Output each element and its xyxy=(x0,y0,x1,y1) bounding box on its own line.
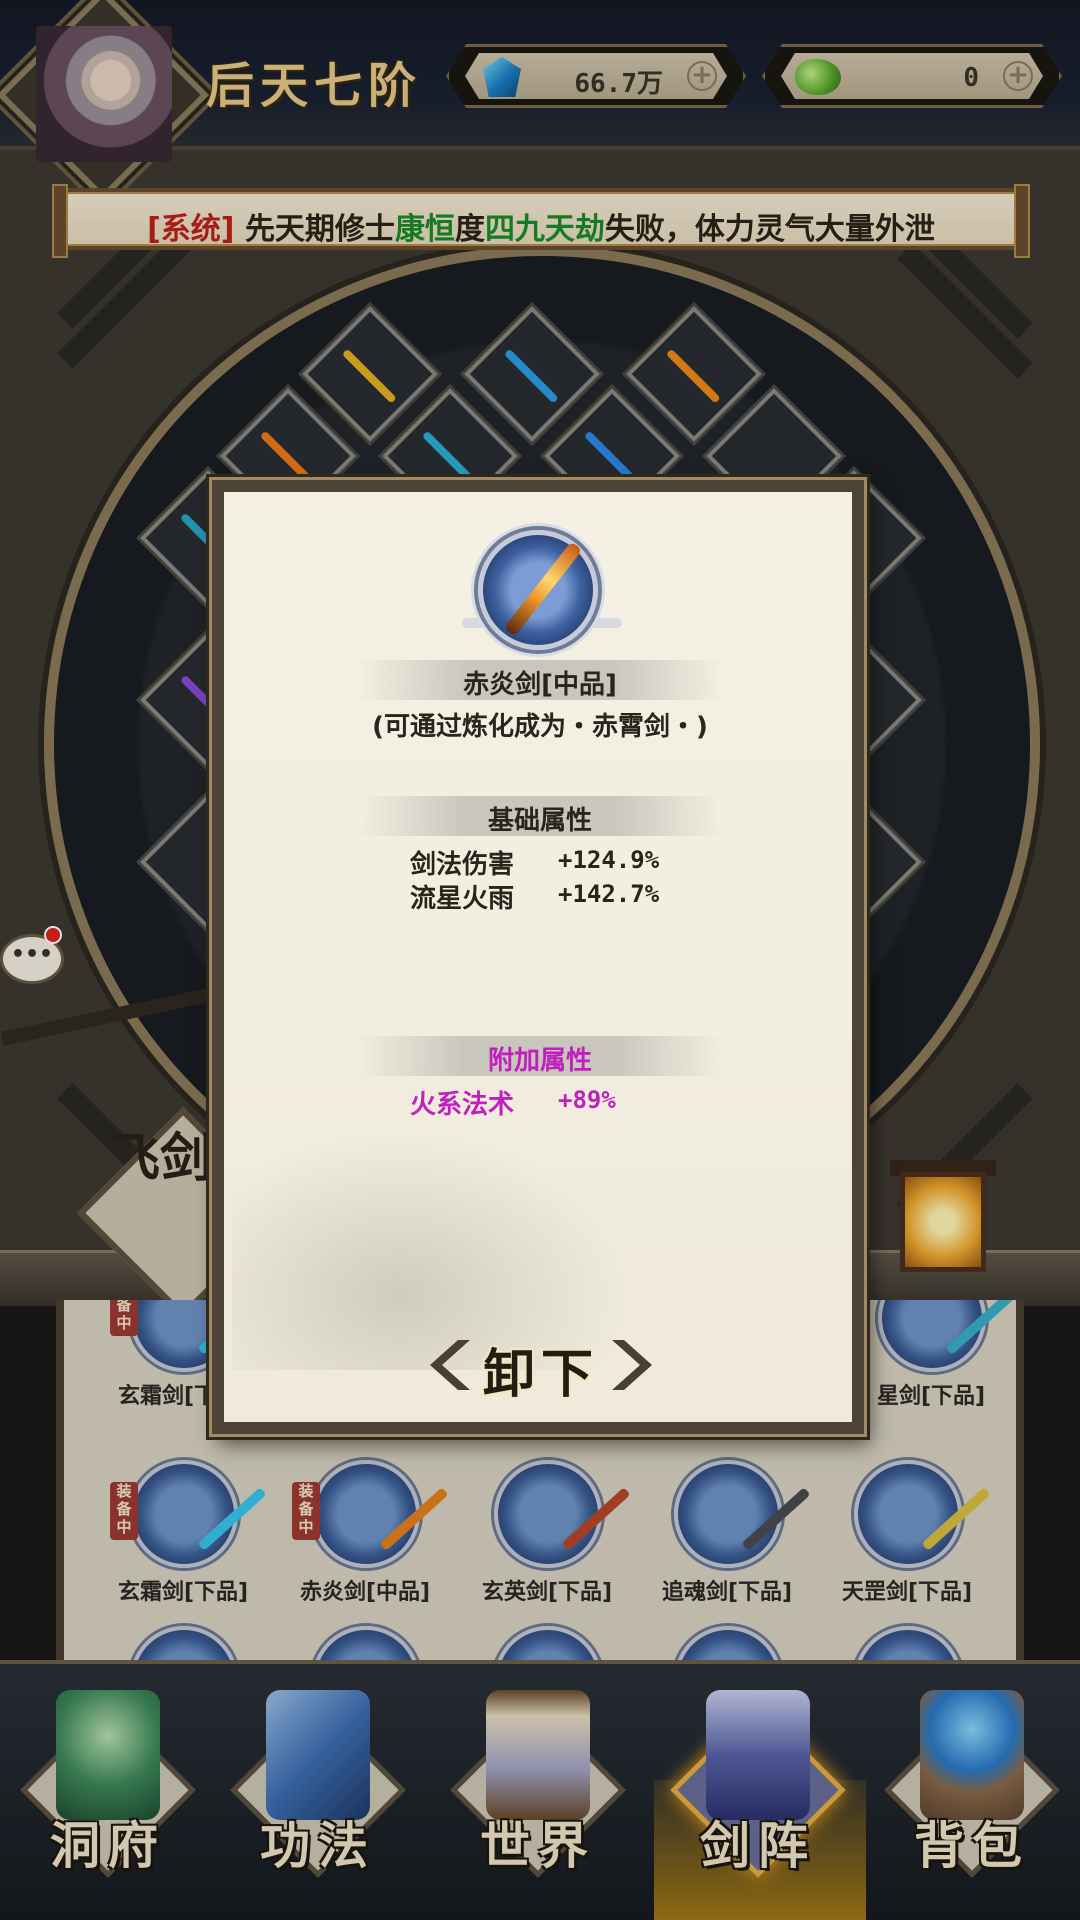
item-refine-hint: (可通过炼化成为・赤霄剑・) xyxy=(372,712,708,742)
attribute-value: +142.7% xyxy=(558,880,660,908)
chevron-left-icon xyxy=(430,1340,470,1390)
attribute-name: 流星火雨 xyxy=(410,884,515,914)
attribute-value: +89% xyxy=(558,1086,616,1114)
unequip-label: 卸下 xyxy=(482,1344,599,1405)
extra-attributes-header: 附加属性 xyxy=(487,1046,592,1076)
item-name: 赤炎剑[中品] xyxy=(463,670,617,700)
attribute-name: 剑法伤害 xyxy=(410,850,515,880)
attribute-name: 火系法术 xyxy=(410,1090,515,1120)
chevron-right-icon xyxy=(612,1340,652,1390)
attribute-value: +124.9% xyxy=(558,846,660,874)
unequip-button[interactable]: 卸下 xyxy=(430,1330,652,1405)
base-attributes-header: 基础属性 xyxy=(487,806,592,836)
